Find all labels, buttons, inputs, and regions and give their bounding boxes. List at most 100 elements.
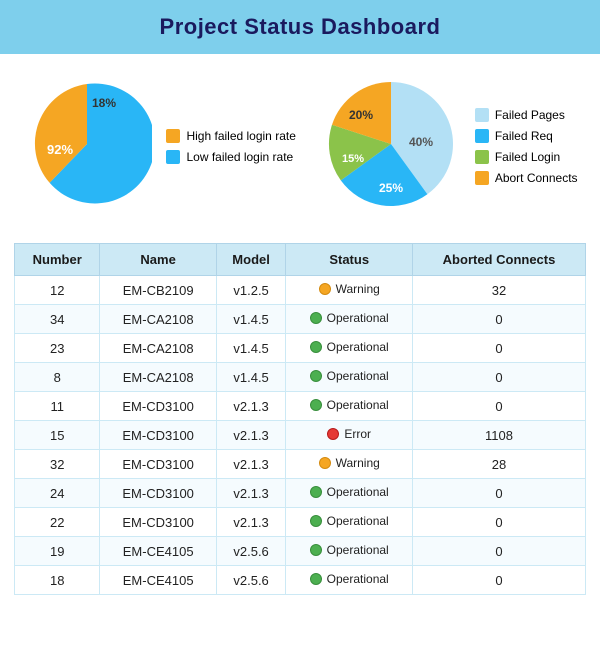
cell-status: Operational [286,537,413,566]
table-row: 34 EM-CA2108 v1.4.5 Operational 0 [15,305,586,334]
cell-number: 23 [15,334,100,363]
cell-model: v2.1.3 [216,479,286,508]
status-label: Operational [327,485,389,499]
right-chart-container: 40% 25% 15% 20% Failed Pages Failed Req … [321,74,578,219]
legend-label-low-failed: Low failed login rate [186,150,293,164]
status-label: Error [344,427,371,441]
status-badge: Operational [310,398,389,412]
status-dot-icon [310,312,322,324]
cell-model: v2.5.6 [216,537,286,566]
status-badge: Operational [310,485,389,499]
legend-item-failed-req: Failed Req [475,129,578,143]
status-badge: Warning [319,456,380,470]
status-label: Operational [327,398,389,412]
cell-name: EM-CD3100 [100,421,216,450]
cell-status: Operational [286,479,413,508]
table-row: 8 EM-CA2108 v1.4.5 Operational 0 [15,363,586,392]
svg-text:25%: 25% [379,181,403,195]
status-dot-icon [310,370,322,382]
status-badge: Operational [310,572,389,586]
legend-color-failed-pages [475,108,489,122]
svg-text:92%: 92% [47,142,73,157]
cell-aborted: 28 [413,450,586,479]
col-name: Name [100,244,216,276]
cell-status: Warning [286,276,413,305]
status-label: Operational [327,369,389,383]
legend-color-abort-connects [475,171,489,185]
cell-name: EM-CA2108 [100,334,216,363]
status-label: Warning [336,456,380,470]
left-chart-legend: High failed login rate Low failed login … [166,129,295,164]
cell-number: 18 [15,566,100,595]
status-table: Number Name Model Status Aborted Connect… [14,243,586,595]
cell-aborted: 0 [413,508,586,537]
table-row: 23 EM-CA2108 v1.4.5 Operational 0 [15,334,586,363]
legend-label-abort-connects: Abort Connects [495,171,578,185]
status-label: Operational [327,572,389,586]
legend-color-failed-req [475,129,489,143]
status-label: Warning [336,282,380,296]
status-badge: Operational [310,311,389,325]
status-badge: Operational [310,514,389,528]
cell-status: Operational [286,392,413,421]
table-row: 15 EM-CD3100 v2.1.3 Error 1108 [15,421,586,450]
table-row: 24 EM-CD3100 v2.1.3 Operational 0 [15,479,586,508]
table-row: 11 EM-CD3100 v2.1.3 Operational 0 [15,392,586,421]
table-row: 19 EM-CE4105 v2.5.6 Operational 0 [15,537,586,566]
cell-name: EM-CD3100 [100,508,216,537]
legend-label-failed-pages: Failed Pages [495,108,565,122]
cell-number: 32 [15,450,100,479]
status-dot-icon [310,544,322,556]
legend-color-low-failed [166,150,180,164]
left-pie-chart: 92% 18% [22,79,152,214]
cell-model: v2.1.3 [216,508,286,537]
status-dot-icon [310,486,322,498]
cell-aborted: 0 [413,537,586,566]
col-number: Number [15,244,100,276]
page-title: Project Status Dashboard [0,0,600,54]
cell-model: v2.5.6 [216,566,286,595]
left-chart-container: 92% 18% High failed login rate Low faile… [22,79,295,214]
status-dot-icon [310,399,322,411]
cell-aborted: 1108 [413,421,586,450]
status-badge: Operational [310,340,389,354]
cell-number: 12 [15,276,100,305]
status-dot-icon [327,428,339,440]
cell-number: 8 [15,363,100,392]
legend-color-high-failed [166,129,180,143]
cell-model: v1.4.5 [216,305,286,334]
status-dot-icon [310,341,322,353]
status-label: Operational [327,311,389,325]
status-dot-icon [310,573,322,585]
cell-aborted: 0 [413,363,586,392]
col-status: Status [286,244,413,276]
table-row: 32 EM-CD3100 v2.1.3 Warning 28 [15,450,586,479]
status-badge: Warning [319,282,380,296]
status-label: Operational [327,514,389,528]
col-model: Model [216,244,286,276]
cell-number: 19 [15,537,100,566]
col-aborted: Aborted Connects [413,244,586,276]
cell-aborted: 0 [413,392,586,421]
cell-number: 34 [15,305,100,334]
cell-status: Operational [286,334,413,363]
cell-status: Operational [286,363,413,392]
status-badge: Operational [310,543,389,557]
cell-name: EM-CA2108 [100,305,216,334]
table-row: 12 EM-CB2109 v1.2.5 Warning 32 [15,276,586,305]
status-dot-icon [310,515,322,527]
cell-model: v2.1.3 [216,421,286,450]
cell-aborted: 0 [413,334,586,363]
status-badge: Operational [310,369,389,383]
legend-label-failed-req: Failed Req [495,129,553,143]
cell-model: v1.4.5 [216,334,286,363]
cell-status: Operational [286,566,413,595]
cell-aborted: 32 [413,276,586,305]
cell-model: v1.2.5 [216,276,286,305]
table-row: 18 EM-CE4105 v2.5.6 Operational 0 [15,566,586,595]
cell-name: EM-CE4105 [100,566,216,595]
legend-item-low-failed: Low failed login rate [166,150,295,164]
cell-name: EM-CE4105 [100,537,216,566]
svg-text:40%: 40% [409,135,433,149]
table-row: 22 EM-CD3100 v2.1.3 Operational 0 [15,508,586,537]
